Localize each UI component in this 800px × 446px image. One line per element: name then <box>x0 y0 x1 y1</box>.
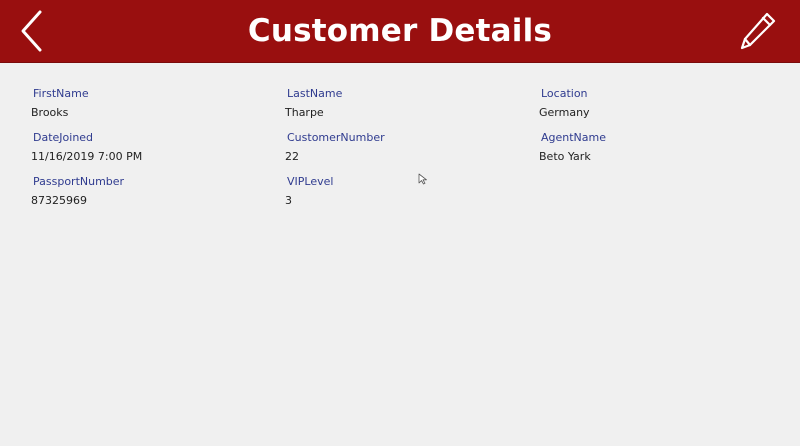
field-value: Beto Yark <box>539 150 591 163</box>
field-value: Tharpe <box>285 106 324 119</box>
field-lastname: LastName Tharpe <box>285 87 525 127</box>
field-label: DateJoined <box>33 131 94 144</box>
field-label: LastName <box>287 87 343 100</box>
back-button[interactable] <box>14 8 50 54</box>
mouse-cursor-icon <box>418 173 427 185</box>
field-label: PassportNumber <box>33 175 125 188</box>
page-title: Customer Details <box>247 13 553 49</box>
field-label: FirstName <box>33 87 89 100</box>
field-location: Location Germany <box>539 87 779 127</box>
field-label: CustomerNumber <box>287 131 385 144</box>
field-passportnumber: PassportNumber 87325969 <box>31 175 271 215</box>
field-customernumber: CustomerNumber 22 <box>285 131 525 171</box>
field-value: 22 <box>285 150 299 163</box>
pencil-icon <box>740 12 776 50</box>
field-label: AgentName <box>541 131 607 144</box>
field-agentname: AgentName Beto Yark <box>539 131 779 171</box>
field-value: Brooks <box>31 106 69 119</box>
field-value: 3 <box>285 194 292 207</box>
customer-details-form: FirstName Brooks LastName Tharpe Locatio… <box>0 63 800 446</box>
field-value: 87325969 <box>31 194 87 207</box>
chevron-left-icon <box>21 10 42 52</box>
field-firstname: FirstName Brooks <box>31 87 271 127</box>
header-bar: Customer Details <box>0 0 800 63</box>
field-label: Location <box>541 87 588 100</box>
field-viplevel: VIPLevel 3 <box>285 175 525 215</box>
edit-button[interactable] <box>736 10 780 52</box>
field-value: 11/16/2019 7:00 PM <box>31 150 143 163</box>
field-value: Germany <box>539 106 590 119</box>
field-datejoined: DateJoined 11/16/2019 7:00 PM <box>31 131 271 171</box>
field-label: VIPLevel <box>287 175 334 188</box>
